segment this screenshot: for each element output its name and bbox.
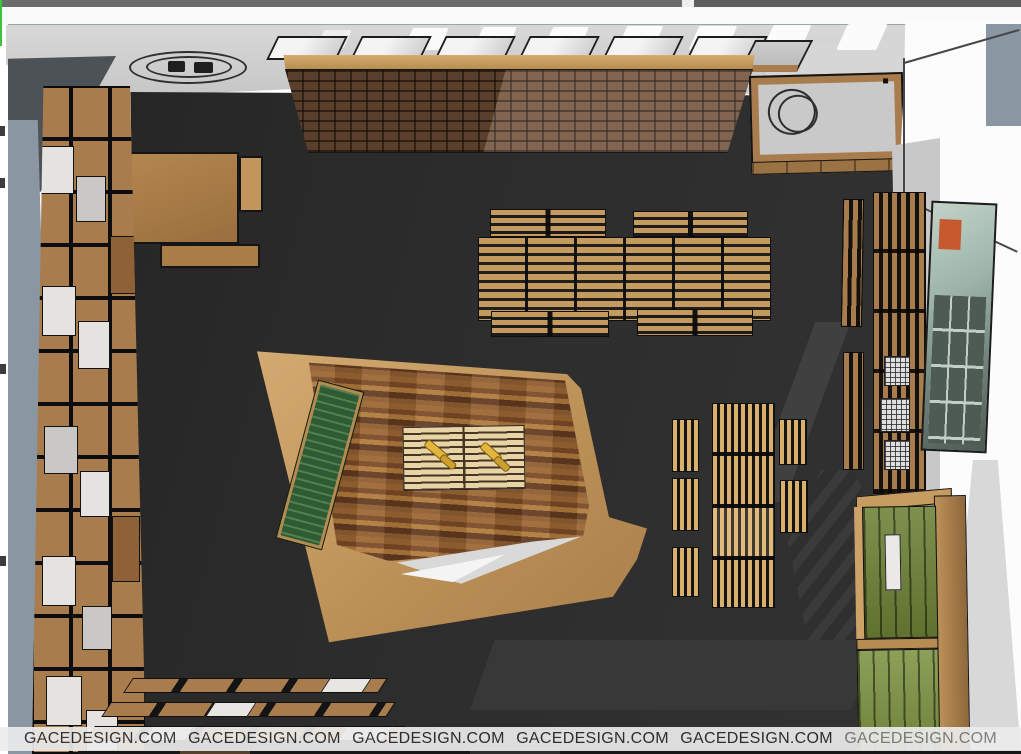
reception-desk (117, 152, 239, 244)
wall-tick (0, 556, 6, 566)
counter-dot (883, 78, 888, 83)
wall-tick (0, 126, 5, 136)
watermark-band: GACEDESIGN.COM GACEDESIGN.COM GACEDESIGN… (0, 727, 1021, 751)
table-highlight (713, 508, 774, 556)
armchair (194, 62, 213, 73)
slat-table-group (470, 198, 782, 340)
shelf-box (42, 286, 76, 336)
locker-door-white (885, 534, 902, 590)
shelf-box (78, 321, 110, 369)
slat-stool (779, 419, 807, 465)
wall-artwork (921, 201, 998, 454)
grid-basket-panel (880, 398, 910, 432)
lattice-screen-body (285, 69, 753, 153)
storage-lockers-green (854, 485, 973, 754)
wall-corner-band (986, 24, 1021, 126)
shelf-box (42, 556, 76, 606)
slat-bench (490, 209, 606, 237)
vertical-slat-table (712, 403, 775, 608)
slat-bench (491, 311, 609, 337)
shelf-box (110, 236, 138, 294)
slat-bench (633, 211, 748, 237)
ceiling-beam-gap (682, 0, 694, 7)
slat-bench (637, 309, 753, 336)
watermark-text: GACEDESIGN.COM (680, 730, 833, 748)
artwork-thumbnail-grid (928, 295, 986, 445)
grid-basket-panel (884, 356, 910, 386)
wall-tick (0, 364, 6, 374)
wall-slat-shelving (841, 199, 864, 327)
wall-slat-shelving (843, 352, 864, 470)
display-platform (253, 340, 653, 665)
slat-stool (780, 480, 808, 533)
service-counter (749, 72, 905, 164)
shelf-box (80, 471, 110, 517)
shelf-box (40, 146, 74, 194)
area-rug-oval-inner (146, 56, 232, 78)
platform-low-table (402, 425, 525, 491)
artwork-logo-square (938, 219, 961, 250)
grid-basket-panel (884, 440, 910, 470)
shelf-box (46, 676, 82, 726)
timber-lattice-screen (281, 55, 757, 155)
wall-cube-shelving (32, 86, 146, 754)
slat-stool (672, 547, 699, 597)
reception-desk-step (239, 156, 263, 212)
watermark-text: GACEDESIGN.COM (516, 730, 669, 748)
armchair (168, 61, 185, 72)
wall-edge-line (903, 58, 905, 202)
shelf-box (76, 176, 106, 222)
slat-stool (672, 419, 699, 472)
lattice-screen-cap (281, 55, 757, 70)
vertical-slat-table-group (668, 400, 813, 612)
render-image: GACEDESIGN.COM GACEDESIGN.COM GACEDESIGN… (0, 0, 1021, 754)
watermark-text: GACEDESIGN.COM (24, 730, 177, 748)
slat-stool (672, 478, 699, 531)
reception-desk-return (160, 244, 260, 268)
shelf-box (82, 606, 112, 650)
shelf-box (112, 516, 140, 582)
back-wall-white-band (0, 7, 1021, 25)
watermark-text: GACEDESIGN.COM (188, 730, 341, 748)
watermark-text: GACEDESIGN.COM (352, 730, 505, 748)
shelf-box (44, 426, 78, 474)
axis-line-green (0, 0, 2, 46)
wall-tick (0, 178, 5, 188)
watermark-text: GACEDESIGN.COM (844, 730, 997, 748)
